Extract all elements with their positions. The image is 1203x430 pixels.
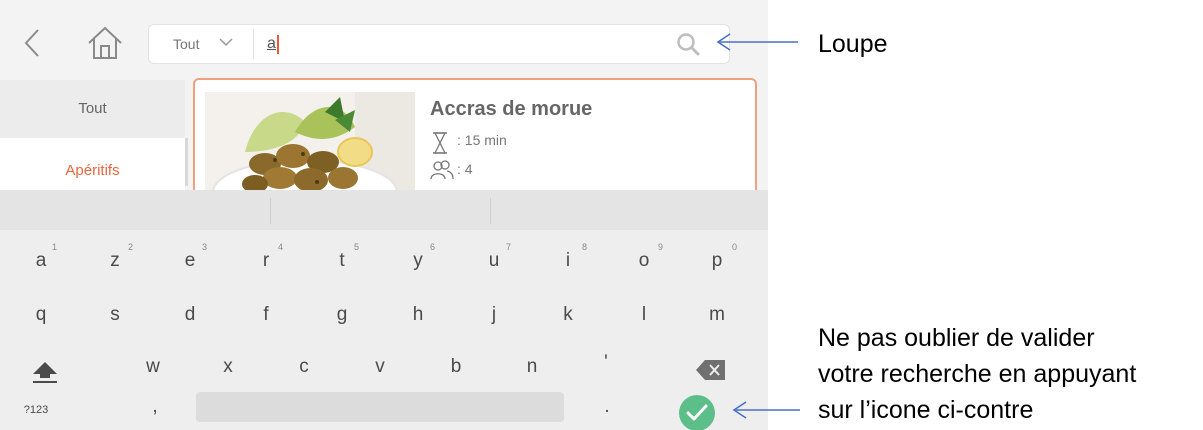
key-hint: 2: [128, 242, 134, 252]
text-caret: [277, 35, 279, 54]
key-l[interactable]: l: [624, 304, 664, 326]
loupe-arrow: [716, 33, 798, 51]
validate-annotation-line-1: Ne pas oublier de valider: [818, 324, 1095, 352]
key-comma[interactable]: ,: [135, 396, 175, 418]
hourglass-icon: [433, 132, 447, 154]
key-p[interactable]: p: [697, 250, 737, 272]
shift-icon[interactable]: [30, 360, 60, 384]
key-o[interactable]: o: [624, 250, 664, 272]
key-u[interactable]: u: [474, 250, 514, 272]
key-hint: 6: [430, 242, 436, 252]
top-bar: Tout a: [0, 0, 768, 80]
key-q[interactable]: q: [21, 304, 61, 326]
key-hint: 3: [202, 242, 208, 252]
key-x[interactable]: x: [208, 356, 248, 378]
key-m[interactable]: m: [697, 304, 737, 326]
key-i[interactable]: i: [548, 250, 588, 272]
key-hint: 1: [52, 242, 58, 252]
key-hint: 8: [582, 242, 588, 252]
back-arrow-icon[interactable]: [20, 26, 46, 60]
category-sidebar: Tout Apéritifs: [0, 80, 185, 190]
servings: : 4: [457, 161, 473, 177]
key-t[interactable]: t: [322, 250, 362, 272]
key-apostrophe[interactable]: ': [586, 352, 626, 374]
key-s[interactable]: s: [95, 304, 135, 326]
key-e[interactable]: e: [170, 250, 210, 272]
search-input[interactable]: a: [267, 25, 276, 63]
prep-time: : 15 min: [457, 132, 507, 148]
suggestion-divider: [490, 198, 491, 224]
key-symbols[interactable]: ?123: [14, 404, 58, 416]
key-r[interactable]: r: [246, 250, 286, 272]
key-hint: 9: [658, 242, 664, 252]
key-y[interactable]: y: [398, 250, 438, 272]
category-filter-label[interactable]: Tout: [173, 25, 199, 63]
key-n[interactable]: n: [512, 356, 552, 378]
key-z[interactable]: z: [95, 250, 135, 272]
recipe-title: Accras de morue: [430, 98, 593, 120]
key-w[interactable]: w: [133, 356, 173, 378]
on-screen-keyboard: a 1 z 2 e 3 r 4 t 5 y 6 u 7 i 8 o 9 p 0 …: [0, 190, 768, 430]
sidebar-item-aperitifs[interactable]: Apéritifs: [0, 138, 185, 190]
key-d[interactable]: d: [170, 304, 210, 326]
validate-annotation-line-3: sur l’icone ci-contre: [818, 396, 1034, 424]
key-hint: 5: [354, 242, 360, 252]
suggestion-strip: [0, 190, 768, 230]
chevron-down-icon[interactable]: [219, 37, 233, 47]
search-divider: [253, 29, 254, 59]
key-v[interactable]: v: [360, 356, 400, 378]
people-icon: [430, 160, 454, 180]
key-hint: 0: [732, 242, 738, 252]
backspace-icon[interactable]: [695, 358, 727, 382]
key-hint: 4: [278, 242, 284, 252]
validate-arrow: [732, 401, 800, 419]
key-h[interactable]: h: [398, 304, 438, 326]
key-a[interactable]: a: [21, 250, 61, 272]
key-j[interactable]: j: [474, 304, 514, 326]
sidebar-scrollbar[interactable]: [185, 138, 188, 186]
key-g[interactable]: g: [322, 304, 362, 326]
key-period[interactable]: .: [587, 396, 627, 418]
key-c[interactable]: c: [284, 356, 324, 378]
sidebar-item-tout[interactable]: Tout: [0, 80, 185, 138]
key-f[interactable]: f: [246, 304, 286, 326]
loupe-annotation: Loupe: [818, 30, 888, 58]
key-k[interactable]: k: [548, 304, 588, 326]
key-b[interactable]: b: [436, 356, 476, 378]
home-icon[interactable]: [86, 24, 124, 62]
app-screen: Tout a Tout Apéritifs Accras de morue: …: [0, 0, 768, 430]
check-icon[interactable]: [678, 394, 716, 430]
space-bar[interactable]: [196, 392, 564, 422]
search-icon[interactable]: [675, 31, 701, 57]
key-hint: 7: [506, 242, 512, 252]
validate-annotation-line-2: votre recherche en appuyant: [818, 360, 1137, 388]
search-bar: Tout a: [148, 24, 730, 64]
suggestion-divider: [270, 198, 271, 224]
